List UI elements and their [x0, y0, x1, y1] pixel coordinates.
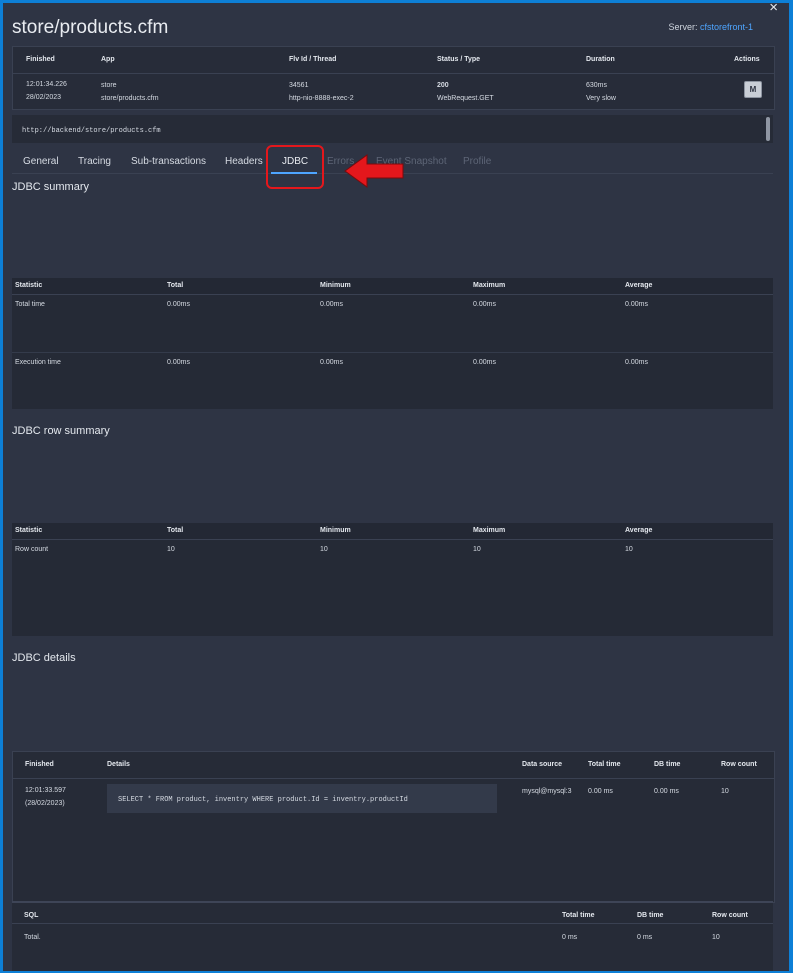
close-icon[interactable]: × [769, 3, 778, 16]
totals-label: Total. [24, 934, 41, 941]
url-scrollbar[interactable] [766, 117, 770, 141]
request-url: http://backend/store/products.cfm [22, 127, 161, 135]
summary-header-app: App [101, 56, 115, 63]
header-minimum: Minimum [320, 527, 351, 534]
status-code: 200 [437, 82, 449, 89]
summary-header-flv: Flv Id / Thread [289, 56, 337, 63]
summary-header-finished: Finished [26, 56, 55, 63]
server-link[interactable]: cfstorefront-1 [700, 22, 753, 32]
summary-header-status: Status / Type [437, 56, 481, 63]
jdbc-summary-title: JDBC summary [12, 181, 90, 193]
jdbc-row-summary-table: Statistic Total Minimum Maximum Average … [12, 523, 773, 636]
stat-minimum: 10 [320, 546, 328, 553]
header-statistic: Statistic [15, 527, 43, 534]
stat-maximum: 0.00ms [473, 359, 496, 366]
header-minimum: Minimum [320, 282, 351, 289]
sql-statement-box[interactable]: SELECT * FROM product, inventry WHERE pr… [107, 784, 497, 813]
header-total: Total [167, 527, 184, 534]
jdbc-row-summary-header: Statistic Total Minimum Maximum Average [12, 523, 773, 540]
detail-finished-date: (28/02/2023) [25, 800, 65, 807]
thread-link[interactable]: http-nio-8888-exec-2 [289, 95, 354, 102]
header-average: Average [625, 282, 653, 289]
header-sql: SQL [24, 912, 39, 919]
stat-average: 10 [625, 546, 633, 553]
header-total: Total [167, 282, 184, 289]
summary-finished-time: 12:01:34.226 [26, 81, 67, 88]
header-data-source: Data source [522, 761, 563, 768]
snapshot-action-button[interactable]: M [744, 81, 762, 98]
detail-row-count: 10 [721, 788, 729, 795]
red-arrow-icon [344, 154, 404, 188]
summary-finished-date: 28/02/2023 [26, 94, 62, 101]
table-row: Execution time 0.00ms 0.00ms 0.00ms 0.00… [12, 353, 773, 409]
jdbc-row-summary-title: JDBC row summary [12, 425, 110, 437]
stat-maximum: 10 [473, 546, 481, 553]
stat-name: Total time [15, 301, 45, 308]
app-link[interactable]: store [101, 82, 117, 89]
table-row: Row count 10 10 10 10 [12, 540, 773, 636]
tab-profile: Profile [463, 156, 492, 167]
totals-header: SQL Total time DB time Row count [12, 903, 773, 924]
sql-statement: SELECT * FROM product, inventry WHERE pr… [118, 796, 408, 804]
server-label: Server: [668, 22, 698, 32]
jdbc-totals-table: SQL Total time DB time Row count Total. … [12, 901, 773, 971]
jdbc-summary-table: Statistic Total Minimum Maximum Average … [12, 278, 773, 409]
header-db-time: DB time [654, 761, 681, 768]
header-row-count: Row count [721, 761, 757, 768]
summary-header-row: Finished App Flv Id / Thread Status / Ty… [13, 47, 774, 74]
app-path-link[interactable]: store/products.cfm [101, 95, 159, 102]
detail-total-time: 0.00 ms [588, 788, 613, 795]
header-row-count: Row count [712, 912, 748, 919]
stat-total: 10 [167, 546, 175, 553]
page-title: store/products.cfm [12, 17, 169, 38]
summary-header-actions: Actions [734, 56, 760, 63]
jdbc-highlight-box [266, 145, 324, 189]
flv-id: 34561 [289, 82, 309, 89]
header-total-time: Total time [588, 761, 621, 768]
stat-average: 0.00ms [625, 359, 648, 366]
stat-name: Execution time [15, 359, 61, 366]
header-details: Details [107, 761, 130, 768]
jdbc-details-title: JDBC details [12, 652, 76, 664]
jdbc-details-table: Finished Details Data source Total time … [12, 751, 775, 903]
server-info: Server: cfstorefront-1 [668, 22, 753, 32]
stat-minimum: 0.00ms [320, 359, 343, 366]
summary-table: Finished App Flv Id / Thread Status / Ty… [12, 46, 775, 110]
header-maximum: Maximum [473, 527, 506, 534]
stat-minimum: 0.00ms [320, 301, 343, 308]
totals-total-time: 0 ms [562, 934, 578, 941]
detail-db-time: 0.00 ms [654, 788, 679, 795]
stat-total: 0.00ms [167, 301, 190, 308]
duration-value: 630ms [586, 82, 608, 89]
totals-row-count: 10 [712, 934, 720, 941]
duration-badge: Very slow [586, 95, 616, 102]
header-average: Average [625, 527, 653, 534]
tab-tracing[interactable]: Tracing [78, 156, 111, 167]
header-db-time: DB time [637, 912, 664, 919]
url-bar: http://backend/store/products.cfm [12, 115, 773, 143]
header-maximum: Maximum [473, 282, 506, 289]
totals-db-time: 0 ms [637, 934, 653, 941]
jdbc-summary-header: Statistic Total Minimum Maximum Average [12, 278, 773, 295]
header-finished: Finished [25, 761, 54, 768]
request-type: WebRequest.GET [437, 95, 494, 102]
table-row: Total time 0.00ms 0.00ms 0.00ms 0.00ms [12, 295, 773, 353]
detail-data-source: mysql@mysql:3 [522, 788, 572, 795]
header-total-time: Total time [562, 912, 595, 919]
tab-sub-transactions[interactable]: Sub-transactions [131, 156, 206, 167]
transaction-detail-modal: × store/products.cfm Server: cfstorefron… [3, 3, 789, 971]
stat-maximum: 0.00ms [473, 301, 496, 308]
header-statistic: Statistic [15, 282, 43, 289]
stat-average: 0.00ms [625, 301, 648, 308]
summary-header-duration: Duration [586, 56, 615, 63]
detail-finished-time: 12:01:33.597 [25, 787, 66, 794]
stat-name: Row count [15, 546, 49, 553]
tab-headers[interactable]: Headers [225, 156, 263, 167]
tab-general[interactable]: General [23, 156, 59, 167]
stat-total: 0.00ms [167, 359, 190, 366]
jdbc-details-header: Finished Details Data source Total time … [13, 752, 774, 779]
